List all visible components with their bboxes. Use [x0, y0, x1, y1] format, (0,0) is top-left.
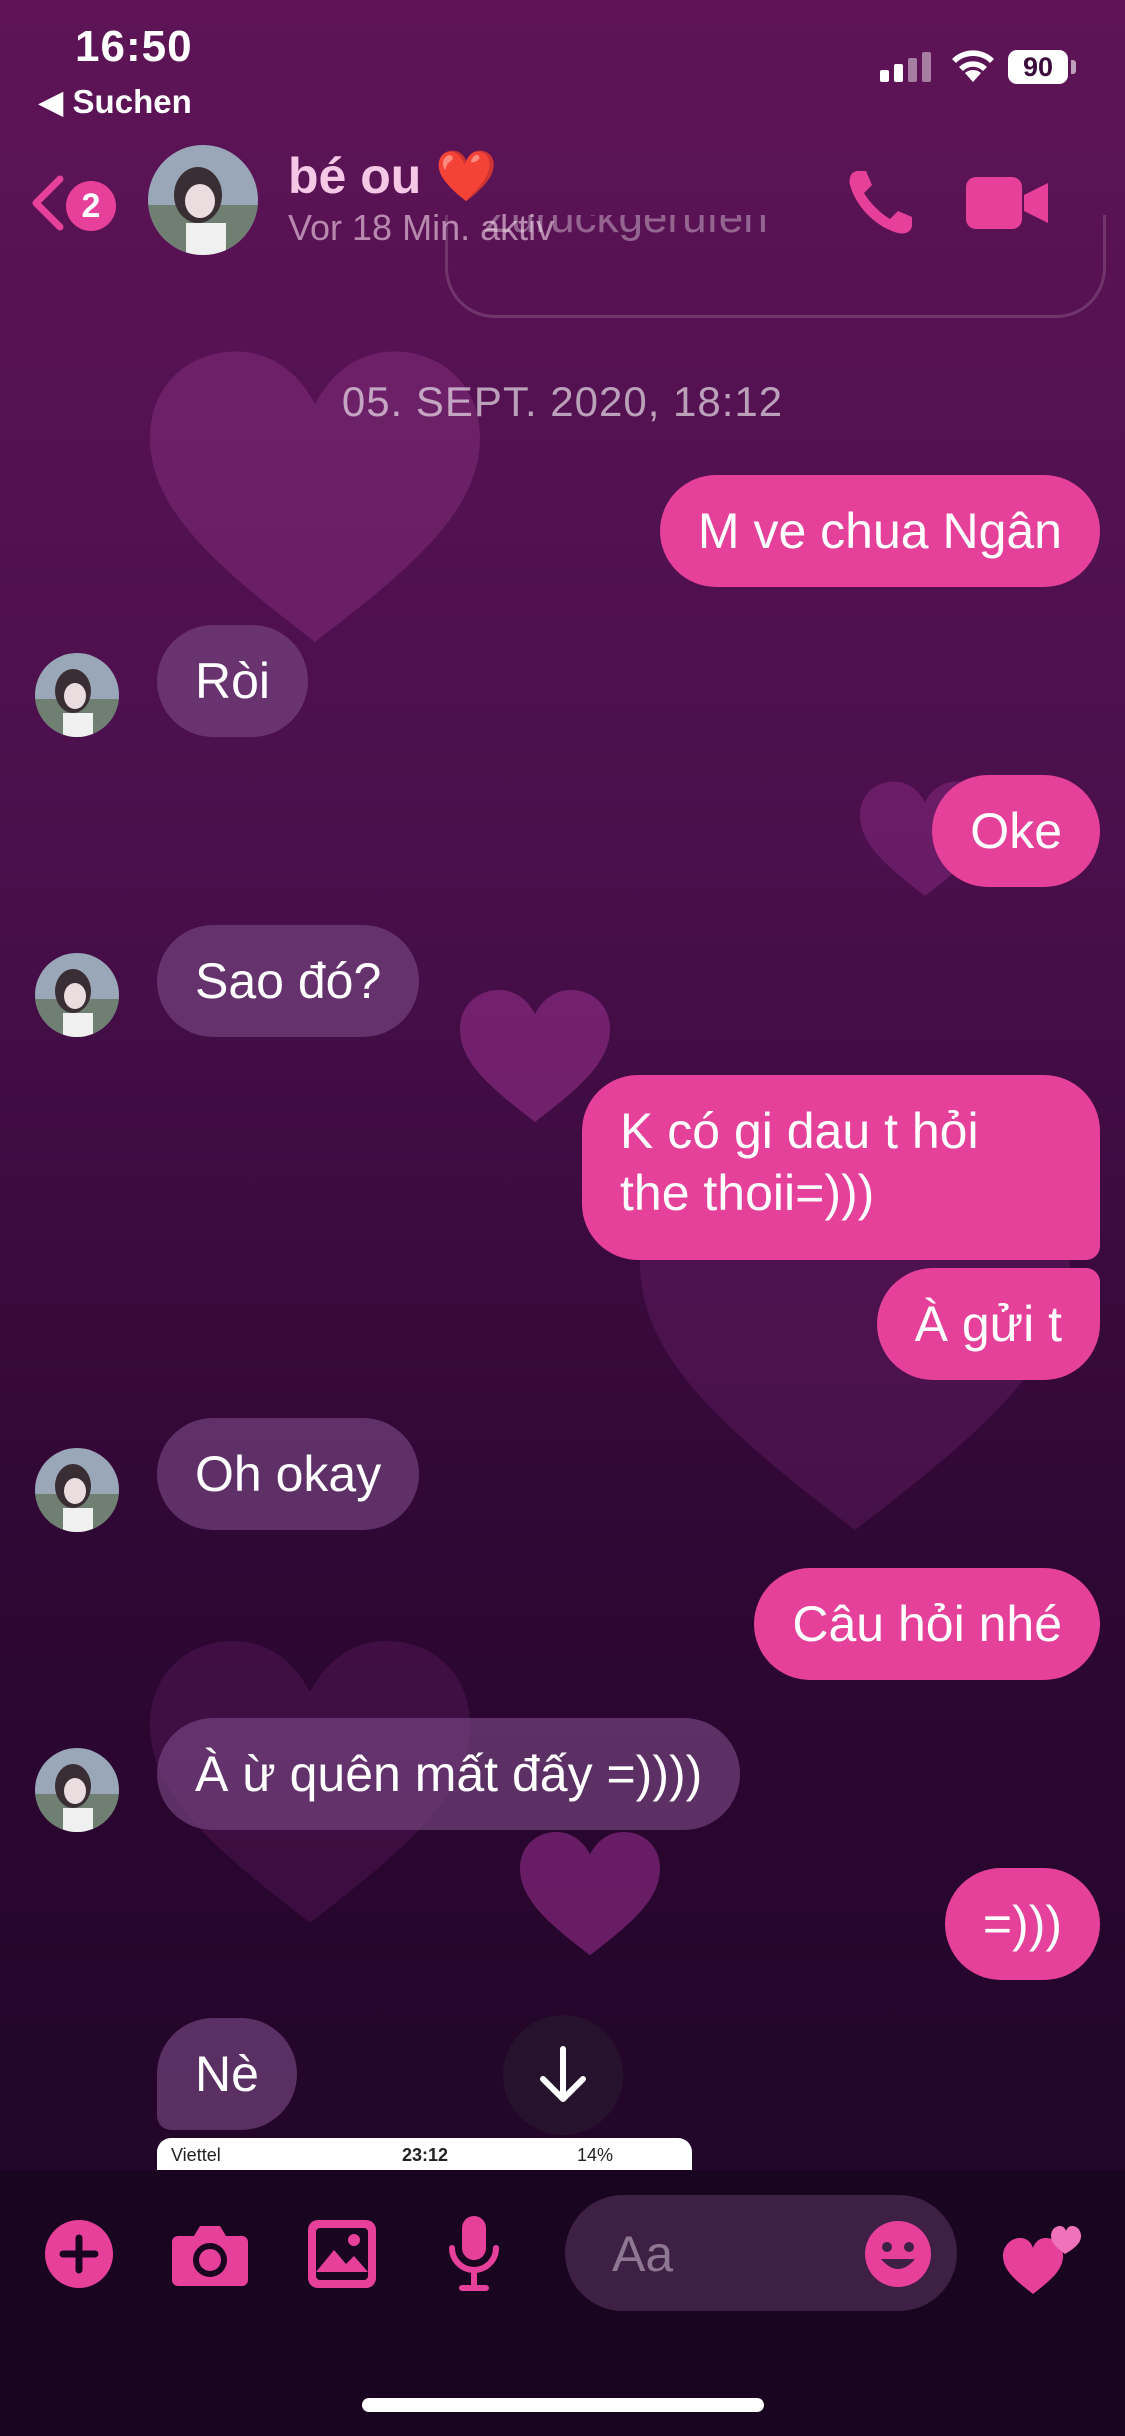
message-incoming[interactable]: Sao đó?	[157, 925, 420, 1037]
message-incoming[interactable]: Oh okay	[157, 1418, 420, 1530]
back-chevron-icon	[32, 175, 64, 231]
wifi-icon	[952, 50, 994, 82]
back-to-app-link[interactable]: ◀ Suchen	[38, 82, 192, 121]
recalled-message-text: Zurückgerufen	[484, 215, 768, 242]
message-line: K có gi dau t hỏi	[620, 1103, 979, 1159]
attachment-carrier: Viettel	[171, 2145, 221, 2165]
message-input-container[interactable]	[565, 2195, 957, 2311]
hearts-like-icon[interactable]	[1003, 2218, 1083, 2298]
composer-bar	[0, 2170, 1125, 2436]
contact-name[interactable]: bé ou ❤️	[288, 147, 497, 206]
sender-avatar	[35, 1448, 119, 1532]
message-input[interactable]	[610, 2223, 864, 2285]
message-outgoing[interactable]: Câu hỏi nhé	[754, 1568, 1100, 1680]
emoji-icon[interactable]	[865, 2221, 931, 2287]
battery-tip	[1071, 60, 1076, 74]
microphone-icon[interactable]	[446, 2216, 502, 2292]
sender-avatar	[35, 953, 119, 1037]
message-outgoing[interactable]: Oke	[932, 775, 1100, 887]
sender-avatar	[35, 653, 119, 737]
home-indicator[interactable]	[362, 2398, 764, 2412]
arrow-down-icon	[540, 2046, 586, 2102]
message-outgoing[interactable]: =)))	[944, 1868, 1100, 1980]
recalled-message: Zurückgerufen	[445, 215, 1106, 318]
contact-avatar[interactable]	[148, 145, 258, 255]
message-outgoing[interactable]: À gửi t	[876, 1268, 1100, 1380]
add-icon[interactable]	[45, 2220, 113, 2288]
sender-avatar	[35, 1748, 119, 1832]
message-incoming[interactable]: Nè	[157, 2018, 297, 2130]
status-bar: 16:50 ◀ Suchen 90	[0, 0, 1125, 130]
message-outgoing[interactable]: M ve chua Ngân	[659, 475, 1100, 587]
message-outgoing-multiline[interactable]: K có gi dau t hỏi the thoii=)))	[582, 1075, 1100, 1260]
back-button[interactable]: 2	[28, 171, 123, 231]
scroll-to-bottom-button[interactable]	[503, 2015, 623, 2135]
cellular-signal-icon	[880, 52, 936, 82]
attachment-time: 23:12	[402, 2145, 449, 2165]
image-attachment-preview[interactable]: Viettel 23:12 14%	[157, 2138, 692, 2174]
message-incoming[interactable]: Ròi	[157, 625, 309, 737]
unread-count-badge: 2	[66, 181, 116, 231]
attachment-battery: 14%	[577, 2145, 614, 2165]
camera-icon[interactable]	[172, 2222, 248, 2286]
message-line: the thoii=)))	[620, 1165, 875, 1221]
gallery-icon[interactable]	[308, 2220, 376, 2288]
background-heart	[520, 1830, 660, 1960]
date-separator: 05. SEPT. 2020, 18:12	[341, 378, 784, 425]
status-time: 16:50	[75, 22, 193, 71]
message-incoming[interactable]: À ừ quên mất đấy =))))	[157, 1718, 741, 1830]
battery-indicator: 90	[1008, 50, 1068, 84]
